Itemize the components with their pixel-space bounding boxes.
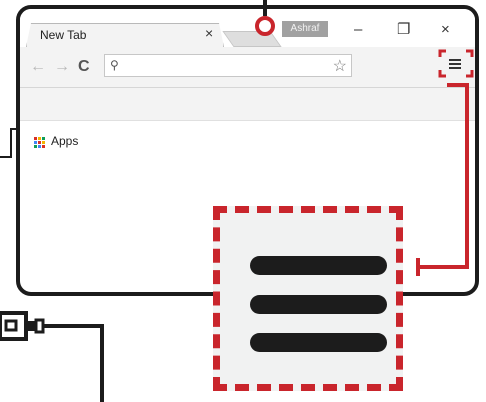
profile-button[interactable]: Ashraf [282, 21, 328, 37]
apps-grid-dot [34, 145, 37, 148]
reload-button[interactable]: C [78, 58, 90, 76]
close-window-button[interactable]: × [441, 21, 450, 39]
bookmark-star-icon[interactable]: ☆ [333, 56, 347, 76]
restore-button[interactable]: ❐ [397, 21, 410, 39]
apps-grid-icon[interactable] [34, 137, 45, 148]
apps-grid-dot [42, 141, 45, 144]
menu-button-magnified [213, 206, 403, 391]
tab-title: New Tab [40, 28, 87, 42]
back-button[interactable]: ← [30, 58, 46, 76]
usb-plug-icon [0, 311, 104, 402]
menu-bar-bottom [250, 333, 387, 352]
apps-grid-dot [42, 137, 45, 140]
apps-grid-dot [34, 141, 37, 144]
apps-grid-dot [42, 145, 45, 148]
bookmarks-bar: Apps [20, 121, 475, 161]
apps-grid-dot [38, 145, 41, 148]
menu-bar-top [250, 256, 387, 275]
search-icon: ⚲ [110, 58, 119, 72]
menu-bar-middle [250, 295, 387, 314]
toolbar-extension-area [20, 88, 475, 121]
address-bar[interactable]: ⚲ ☆ [104, 54, 352, 77]
apps-grid-dot [38, 141, 41, 144]
apps-shortcut[interactable]: Apps [51, 134, 78, 148]
browser-toolbar: ← → C ⚲ ☆ [20, 47, 475, 88]
apps-grid-dot [34, 137, 37, 140]
menu-icon[interactable] [449, 58, 461, 70]
new-tab-button[interactable] [222, 31, 282, 47]
tab-close-button[interactable]: × [205, 25, 213, 41]
minimize-button[interactable]: – [354, 21, 362, 39]
title-bar: New Tab × Ashraf – ❐ × [20, 9, 475, 49]
forward-button[interactable]: → [54, 58, 70, 76]
apps-grid-dot [38, 137, 41, 140]
